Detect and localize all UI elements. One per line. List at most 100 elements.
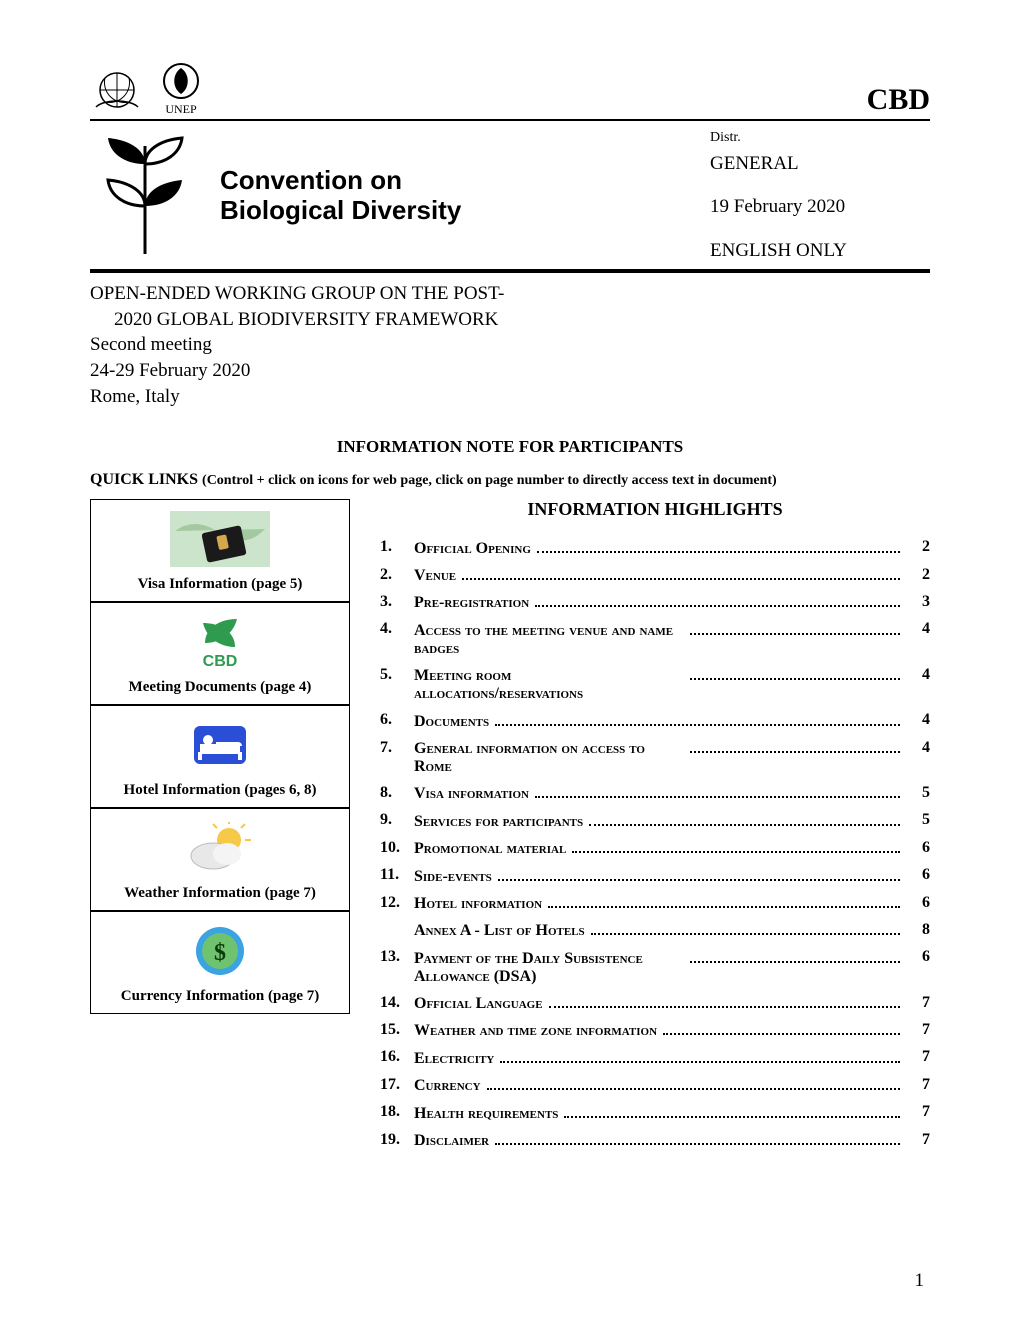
two-column-area: Visa Information (page 5) CBD Meeting Do… bbox=[90, 499, 930, 1158]
toc-text: Meeting room allocations/reservations bbox=[414, 666, 912, 711]
toc-label: Weather and time zone information bbox=[414, 1022, 657, 1040]
hotel-bed-icon bbox=[188, 720, 252, 770]
cbd-abbrev: CBD bbox=[867, 83, 930, 117]
toc-number: 13. bbox=[380, 948, 414, 993]
toc-page[interactable]: 2 bbox=[912, 538, 930, 565]
toc-number: 7. bbox=[380, 739, 414, 784]
toc-page[interactable]: 8 bbox=[912, 921, 930, 948]
toc-page[interactable]: 4 bbox=[912, 739, 930, 784]
toc-page[interactable]: 7 bbox=[912, 994, 930, 1021]
toc-row[interactable]: 8.Visa information5 bbox=[380, 784, 930, 811]
toc-row[interactable]: 16.Electricity7 bbox=[380, 1048, 930, 1075]
toc-number: 3. bbox=[380, 593, 414, 620]
toc-page[interactable]: 6 bbox=[912, 894, 930, 921]
toc-page[interactable]: 7 bbox=[912, 1076, 930, 1103]
ql-card-label: Currency Information (page 7) bbox=[97, 988, 343, 1005]
toc-number: 14. bbox=[380, 994, 414, 1021]
quick-links-line: QUICK LINKS (Control + click on icons fo… bbox=[90, 471, 930, 489]
toc-page[interactable]: 7 bbox=[912, 1048, 930, 1075]
toc-row[interactable]: 17.Currency 7 bbox=[380, 1076, 930, 1103]
toc-text: Official Opening bbox=[414, 538, 912, 565]
title-line1: Convention on bbox=[220, 166, 461, 196]
meeting-session: Second meeting bbox=[90, 332, 930, 358]
toc-page[interactable]: 7 bbox=[912, 1131, 930, 1158]
weather-icon bbox=[185, 822, 255, 874]
toc-leader-dots bbox=[591, 921, 900, 935]
currency-icon: $ bbox=[192, 923, 248, 979]
toc-row[interactable]: 6.Documents4 bbox=[380, 711, 930, 738]
toc-leader-dots bbox=[495, 1131, 900, 1145]
toc-row[interactable]: 12.Hotel information6 bbox=[380, 894, 930, 921]
toc-row[interactable]: 9.Services for participants5 bbox=[380, 811, 930, 838]
toc-number: 17. bbox=[380, 1076, 414, 1103]
ql-card-weather[interactable]: Weather Information (page 7) bbox=[90, 808, 350, 911]
toc-page[interactable]: 5 bbox=[912, 784, 930, 811]
ql-card-visa[interactable]: Visa Information (page 5) bbox=[90, 499, 350, 602]
distr-value: GENERAL bbox=[710, 149, 930, 178]
toc-label: Pre-registration bbox=[414, 594, 529, 612]
toc-text: Currency bbox=[414, 1076, 912, 1103]
toc-row[interactable]: 15.Weather and time zone information7 bbox=[380, 1021, 930, 1048]
toc-text: Side-events bbox=[414, 866, 912, 893]
document-language: ENGLISH ONLY bbox=[710, 236, 930, 265]
distr-label: Distr. bbox=[710, 127, 930, 149]
toc-number: 2. bbox=[380, 566, 414, 593]
toc-page[interactable]: 7 bbox=[912, 1021, 930, 1048]
toc-page[interactable]: 4 bbox=[912, 666, 930, 711]
toc-label: Official Opening bbox=[414, 540, 531, 558]
toc-page[interactable]: 6 bbox=[912, 948, 930, 993]
toc-leader-dots bbox=[572, 839, 900, 853]
toc-page[interactable]: 4 bbox=[912, 711, 930, 738]
toc-row[interactable]: 19.Disclaimer7 bbox=[380, 1131, 930, 1158]
toc-leader-dots bbox=[535, 593, 900, 607]
toc-row[interactable]: 7.General information on access to Rome4 bbox=[380, 739, 930, 784]
toc-page[interactable]: 4 bbox=[912, 620, 930, 665]
toc-row[interactable]: 13.Payment of the Daily Subsistence Allo… bbox=[380, 948, 930, 993]
toc-row[interactable]: 18.Health requirements7 bbox=[380, 1103, 930, 1130]
toc-page[interactable]: 7 bbox=[912, 1103, 930, 1130]
toc-row[interactable]: 5.Meeting room allocations/reservations4 bbox=[380, 666, 930, 711]
toc-leader-dots bbox=[462, 566, 900, 580]
ql-card-currency[interactable]: $ Currency Information (page 7) bbox=[90, 911, 350, 1014]
toc-leader-dots bbox=[487, 1076, 900, 1090]
toc-row[interactable]: 11.Side-events6 bbox=[380, 866, 930, 893]
page-number: 1 bbox=[915, 1270, 925, 1292]
toc-row[interactable]: 10.Promotional material6 bbox=[380, 839, 930, 866]
toc-page[interactable]: 2 bbox=[912, 566, 930, 593]
ql-card-documents[interactable]: CBD Meeting Documents (page 4) bbox=[90, 602, 350, 705]
toc-page[interactable]: 5 bbox=[912, 811, 930, 838]
svg-text:$: $ bbox=[214, 940, 226, 966]
ql-card-hotel[interactable]: Hotel Information (pages 6, 8) bbox=[90, 705, 350, 808]
document-header-main: Convention on Biological Diversity Distr… bbox=[90, 127, 930, 265]
toc-leader-dots bbox=[589, 811, 900, 825]
toc-row[interactable]: 14.Official Language7 bbox=[380, 994, 930, 1021]
toc-page[interactable]: 3 bbox=[912, 593, 930, 620]
toc-label: Payment of the Daily Subsistence Allowan… bbox=[414, 950, 684, 986]
toc-text: Official Language bbox=[414, 994, 912, 1021]
toc-leader-dots bbox=[500, 1048, 900, 1062]
toc-page[interactable]: 6 bbox=[912, 866, 930, 893]
cbd-leaf-icon bbox=[193, 613, 247, 653]
toc-row[interactable]: 2.Venue 2 bbox=[380, 566, 930, 593]
toc-subrow[interactable]: Annex A - List of Hotels8 bbox=[380, 921, 930, 948]
quick-links-sub: (Control + click on icons for web page, … bbox=[202, 473, 777, 488]
ql-card-label: Weather Information (page 7) bbox=[97, 885, 343, 902]
title-line2: Biological Diversity bbox=[220, 196, 461, 226]
toc-leader-dots bbox=[549, 994, 900, 1008]
toc-label: Venue bbox=[414, 567, 456, 585]
toc-text: Services for participants bbox=[414, 811, 912, 838]
toc-row[interactable]: 3.Pre-registration 3 bbox=[380, 593, 930, 620]
toc-page[interactable]: 6 bbox=[912, 839, 930, 866]
toc-row[interactable]: 1.Official Opening 2 bbox=[380, 538, 930, 565]
header-right: Distr. GENERAL 19 February 2020 ENGLISH … bbox=[710, 127, 930, 265]
unep-logo-block: UNEP bbox=[158, 60, 204, 117]
cbd-leaf-logo-icon bbox=[90, 136, 200, 256]
toc-row[interactable]: 4.Access to the meeting venue and name b… bbox=[380, 620, 930, 665]
toc-leader-dots bbox=[537, 538, 900, 552]
org-logos-row: UNEP bbox=[90, 60, 204, 117]
toc-number: 1. bbox=[380, 538, 414, 565]
ql-card-label: Visa Information (page 5) bbox=[97, 576, 343, 593]
toc-text: Venue bbox=[414, 566, 912, 593]
toc-label: Currency bbox=[414, 1077, 481, 1095]
toc-leader-dots bbox=[690, 948, 900, 962]
